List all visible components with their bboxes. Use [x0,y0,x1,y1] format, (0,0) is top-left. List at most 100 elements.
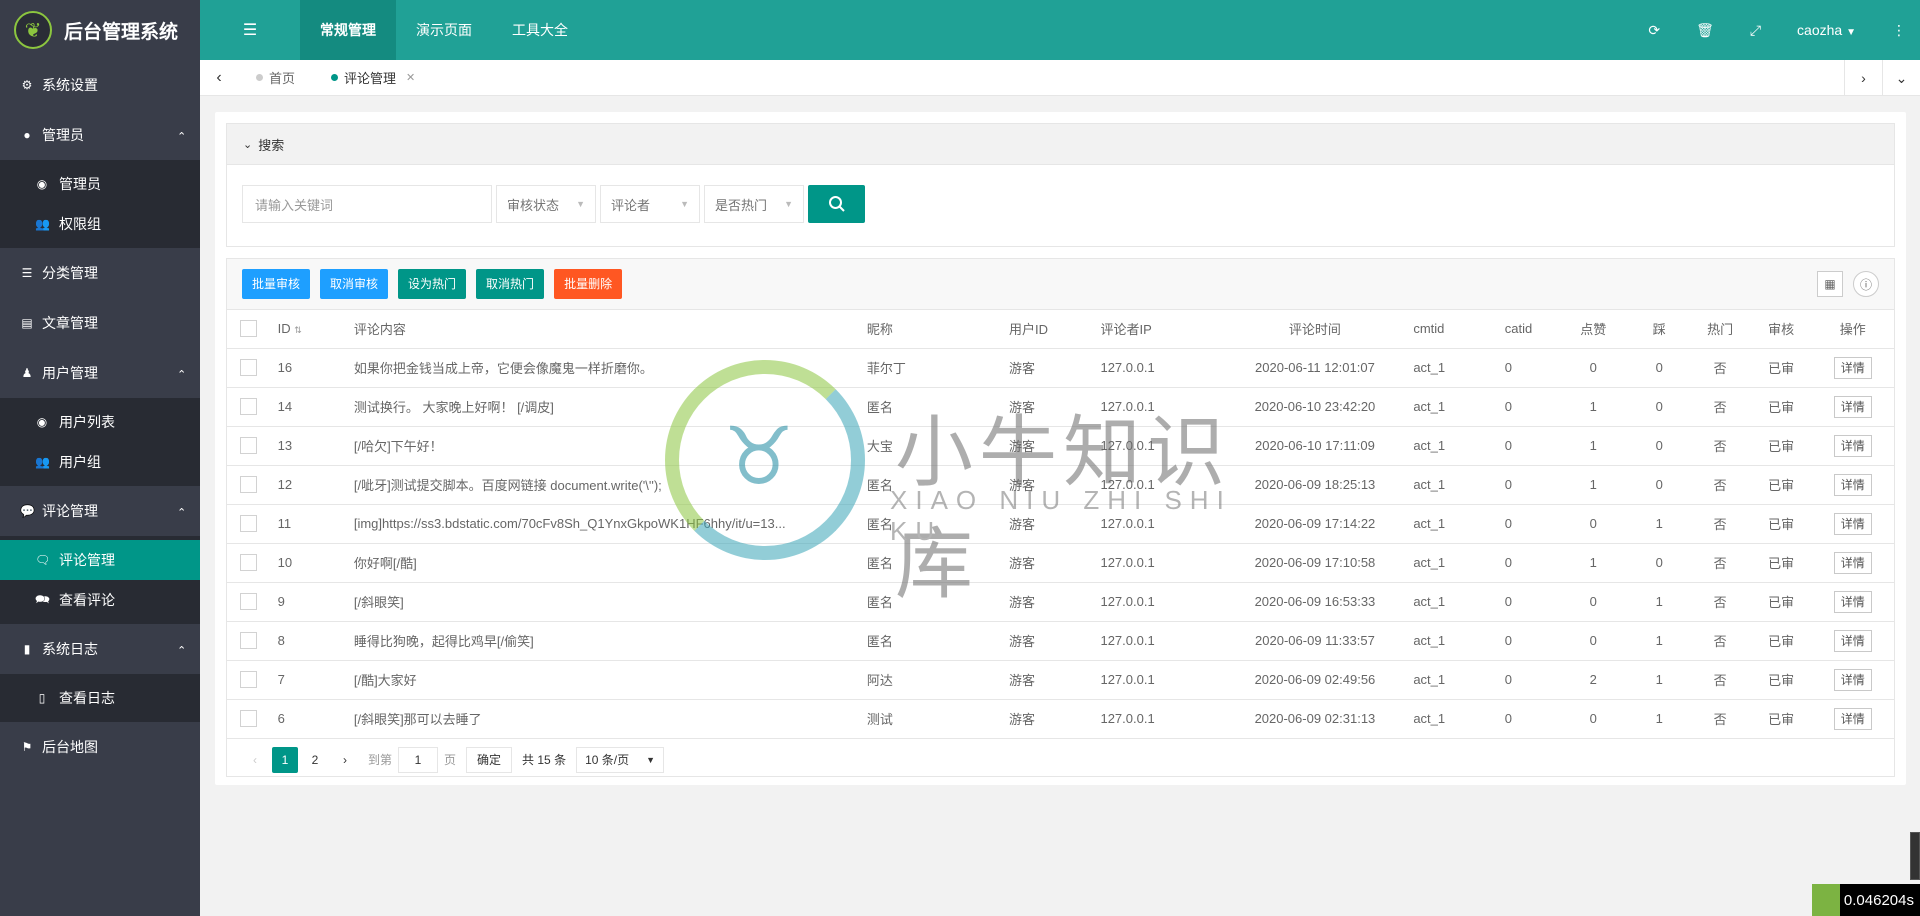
pagination: ‹ 1 2 › 到第 1 页 确定 共 15 条 10 条/页 ▼ [227,739,1894,773]
tabs-scroll-left-icon[interactable]: ‹ [200,69,238,87]
select-value: 评论者 [611,197,651,213]
table-cell: 0 [1496,348,1558,388]
detail-button[interactable]: 详情 [1833,512,1872,535]
detail-button[interactable]: 详情 [1833,707,1872,730]
sidebar-item-sitemap[interactable]: ⚑ 后台地图 [0,722,200,772]
row-checkbox[interactable] [227,543,270,583]
sidebar-subitem-admin[interactable]: ◉ 管理员 [0,164,200,204]
tabs-scroll-right-icon[interactable]: › [1844,59,1882,96]
header-tab-tools[interactable]: 工具大全 [492,0,588,60]
fullscreen-icon[interactable]: ⤢ [1750,22,1761,39]
table-cell: 0 [1496,426,1558,466]
row-checkbox[interactable] [227,504,270,544]
sidebar-subitem-view-comments[interactable]: 🗪 查看评论 [0,580,200,620]
sidebar-item-system-settings[interactable]: ⚙ 系统设置 [0,60,200,110]
pager-page-1[interactable]: 1 [272,746,298,773]
detail-button[interactable]: 详情 [1833,668,1872,691]
row-checkbox[interactable] [227,348,270,388]
detail-button[interactable]: 详情 [1833,395,1872,418]
sidebar-subitem-comment-manage[interactable]: 🗨 评论管理 [0,540,200,580]
pager-prev-icon[interactable]: ‹ [242,747,268,773]
row-action: 详情 [1811,426,1894,466]
detail-button[interactable]: 详情 [1833,590,1872,613]
search-button[interactable] [808,185,865,223]
user-menu[interactable]: caozha ▼ [1797,22,1856,38]
tabs-menu-chevron-down-icon[interactable]: ⌄ [1882,59,1920,96]
sidebar-subitem-user-groups[interactable]: 👥 用户组 [0,442,200,482]
table-cell: 大宝 [858,426,1002,466]
sort-icon[interactable]: ⇅ [294,325,302,335]
table-cell: 否 [1689,660,1751,700]
is-hot-select[interactable]: 是否热门 ▼ [704,185,804,223]
sidebar-item-system-logs[interactable]: ▮ 系统日志 ⌄ [0,624,200,674]
pager-next-icon[interactable]: › [332,747,358,773]
close-icon[interactable]: ✕ [406,71,415,84]
sidebar-item-admins[interactable]: ● 管理员 ⌄ [0,110,200,160]
table-cell: 否 [1689,621,1751,661]
logo[interactable]: ❦ 后台管理系统 [0,0,200,60]
row-checkbox[interactable] [227,699,270,739]
pager-page-unit: 页 [444,753,457,767]
batch-delete-button[interactable]: 批量删除 [554,269,623,299]
refresh-icon[interactable]: ⟳ [1648,22,1660,39]
side-indicator [1910,832,1920,880]
column-header[interactable]: ID ⇅ [269,310,346,349]
more-vertical-icon[interactable]: ⋮ [1892,22,1906,39]
sidebar-subitem-label: 查看评论 [59,592,115,608]
detail-button[interactable]: 详情 [1833,629,1872,652]
commenter-select[interactable]: 评论者 ▼ [600,185,700,223]
header-tab-demo[interactable]: 演示页面 [396,0,492,60]
pager-page-2[interactable]: 2 [302,747,328,773]
search-panel-header[interactable]: ⌄ 搜索 [227,124,1894,165]
columns-filter-icon[interactable]: ▦ [1817,271,1843,297]
keyword-input[interactable]: 请输入关键词 [242,185,492,223]
sidebar-item-articles[interactable]: ▤ 文章管理 [0,298,200,348]
sidebar-submenu-comments: 🗨 评论管理 🗪 查看评论 [0,536,200,624]
detail-button[interactable]: 详情 [1833,551,1872,574]
sidebar-subitem-view-logs[interactable]: ▯ 查看日志 [0,678,200,718]
select-all-checkbox[interactable] [227,310,270,349]
page-tab-comments[interactable]: 评论管理 ✕ [313,60,433,96]
table-cell: 0 [1496,621,1558,661]
row-action: 详情 [1811,465,1894,505]
cancel-approve-button[interactable]: 取消审核 [320,269,389,299]
row-checkbox[interactable] [227,387,270,427]
row-action: 详情 [1811,699,1894,739]
table-cell: 0 [1628,348,1690,388]
info-icon[interactable]: ⓘ [1853,271,1879,297]
pager-goto-input[interactable]: 1 [398,746,439,773]
row-checkbox[interactable] [227,426,270,466]
detail-button[interactable]: 详情 [1833,434,1872,457]
row-checkbox[interactable] [227,660,270,700]
review-status-select[interactable]: 审核状态 ▼ [496,185,596,223]
column-header: 昵称 [858,310,1002,349]
table-cell: 2020-06-10 17:11:09 [1224,426,1406,466]
header-tab-general[interactable]: 常规管理 [300,0,396,60]
table-row: 9 [/斜眼笑] 匿名 游客 127.0.0.1 2020-06-09 16:53:33 a… [227,582,1894,622]
trash-icon[interactable]: 🗑 [1696,22,1714,39]
pager-confirm-button[interactable]: 确定 [466,746,513,773]
row-action: 详情 [1811,504,1894,544]
page-size-select[interactable]: 10 条/页 ▼ [576,746,665,773]
row-checkbox[interactable] [227,582,270,622]
page-tab-home[interactable]: 首页 [238,60,313,96]
detail-button[interactable]: 详情 [1833,473,1872,496]
row-checkbox[interactable] [227,465,270,505]
sidebar-subitem-permission-groups[interactable]: 👥 权限组 [0,204,200,244]
batch-approve-button[interactable]: 批量审核 [242,269,311,299]
page-tab-label: 首页 [269,71,296,86]
sidebar-subitem-user-list[interactable]: ◉ 用户列表 [0,402,200,442]
table-cell: 游客 [1001,348,1093,388]
detail-button[interactable]: 详情 [1833,356,1872,379]
row-checkbox[interactable] [227,621,270,661]
menu-toggle-icon[interactable]: ☰ [200,20,300,40]
tab-dot-icon [256,74,263,81]
table-cell: 127.0.0.1 [1092,465,1225,505]
set-hot-button[interactable]: 设为热门 [398,269,467,299]
table-cell: 你好啊[/酷] [345,543,859,583]
sidebar-item-categories[interactable]: ☰ 分类管理 [0,248,200,298]
sidebar-item-users[interactable]: ♟ 用户管理 ⌄ [0,348,200,398]
column-header: 用户ID [1001,310,1093,349]
sidebar-item-comments[interactable]: 💬 评论管理 ⌄ [0,486,200,536]
cancel-hot-button[interactable]: 取消热门 [476,269,545,299]
